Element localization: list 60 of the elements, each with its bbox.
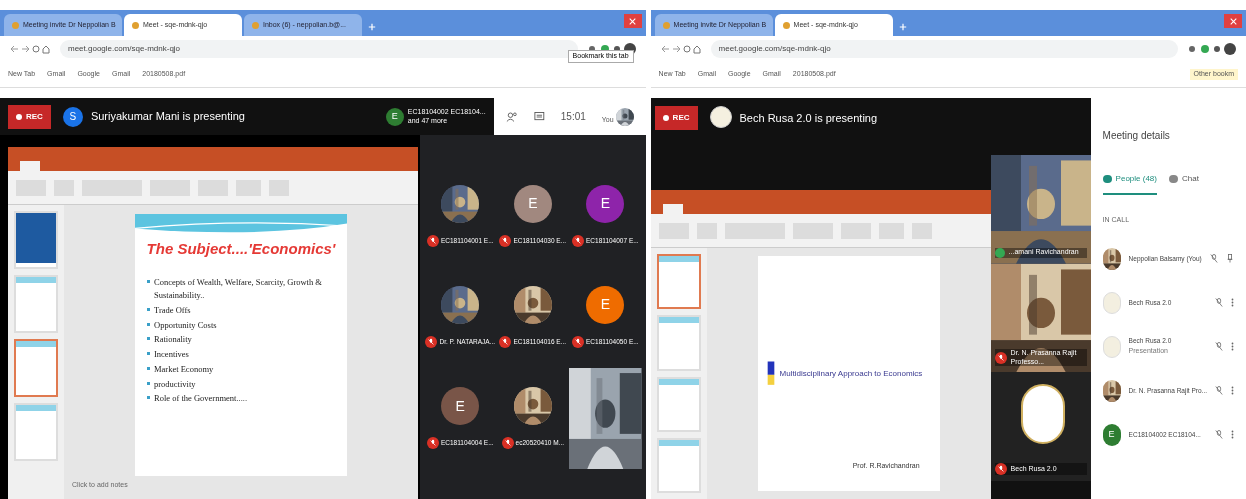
slide-title: Multidisciplinary Approach to Economics [779, 367, 923, 380]
extension-icons[interactable] [1186, 43, 1238, 55]
clock-time: 15:01 [560, 110, 586, 124]
participant-avatar: E [586, 286, 625, 324]
navigation-icon[interactable] [8, 44, 52, 54]
more-options-icon[interactable] [1231, 385, 1234, 396]
muted-mic-icon [425, 336, 438, 348]
rec-badge: REC [654, 106, 698, 130]
rec-badge: REC [8, 104, 51, 129]
participant-avatar: E [513, 184, 552, 223]
muted-mic-icon [572, 234, 584, 247]
presenting-label: Bech Rusa 2.0 is presenting [739, 111, 878, 126]
address-bar[interactable]: meet.google.com/sqe-mdnk-qjo [710, 40, 1178, 58]
muted-mic-icon [572, 336, 584, 348]
close-icon[interactable] [623, 14, 642, 28]
muted-mic-icon [1215, 297, 1223, 308]
participant-avatar: E [385, 107, 404, 126]
muted-mic-icon [1215, 341, 1223, 352]
logo-avatar [1020, 384, 1065, 445]
participant-avatar: E [1102, 423, 1121, 446]
new-tab-icon[interactable] [898, 23, 907, 31]
slide-bullet: Trade Offs [147, 303, 335, 317]
logo-avatar [1102, 291, 1121, 314]
new-tab-icon[interactable] [368, 23, 376, 31]
slide-title: The Subject....'Economics' [145, 238, 337, 259]
more-options-icon[interactable] [1231, 429, 1234, 440]
people-icon[interactable] [505, 110, 519, 123]
presenter-avatar [709, 106, 732, 128]
slide-thumbnail[interactable] [656, 254, 701, 310]
muted-mic-icon [1210, 253, 1218, 264]
muted-mic-icon [501, 437, 514, 450]
slide-decoration [765, 359, 776, 388]
slide-bullet: Opportunity Costs [147, 318, 335, 332]
muted-mic-icon [426, 437, 439, 450]
presenter-avatar: S [62, 106, 83, 127]
more-options-icon[interactable] [1231, 297, 1234, 308]
presenting-label: Suriyakumar Mani is presenting [90, 109, 245, 125]
slide-bullet: Market Economy [147, 362, 335, 376]
chat-icon[interactable] [534, 110, 545, 123]
muted-mic-icon [426, 234, 439, 247]
slide-bullet: Rationality [147, 333, 335, 346]
participant-avatar: E [586, 184, 625, 223]
close-icon[interactable] [1224, 14, 1242, 28]
slide-bullet: productivity [147, 377, 335, 391]
slide-thumbnail[interactable] [14, 339, 58, 397]
panel-title: Meeting details [1102, 129, 1171, 143]
muted-mic-icon [499, 234, 512, 247]
slide-bullet: Role of the Government..... [147, 392, 335, 405]
panel-tab[interactable]: People (48) [1102, 173, 1157, 195]
logo-avatar [1102, 335, 1121, 358]
muted-mic-icon [1215, 429, 1223, 440]
panel-tab[interactable]: Chat [1168, 173, 1199, 195]
slide-bullet: Incentives [147, 348, 335, 361]
muted-mic-icon [1215, 385, 1223, 396]
muted-mic-icon [499, 336, 512, 348]
participant-avatar: E [441, 387, 480, 426]
ribbon-tab[interactable] [662, 204, 683, 214]
pin-icon[interactable] [1226, 253, 1234, 264]
more-options-icon[interactable] [1231, 341, 1234, 352]
slide-bullet: Concepts of Wealth, Welfare, Scarcity, Growth & Sustainability.. [147, 276, 335, 302]
